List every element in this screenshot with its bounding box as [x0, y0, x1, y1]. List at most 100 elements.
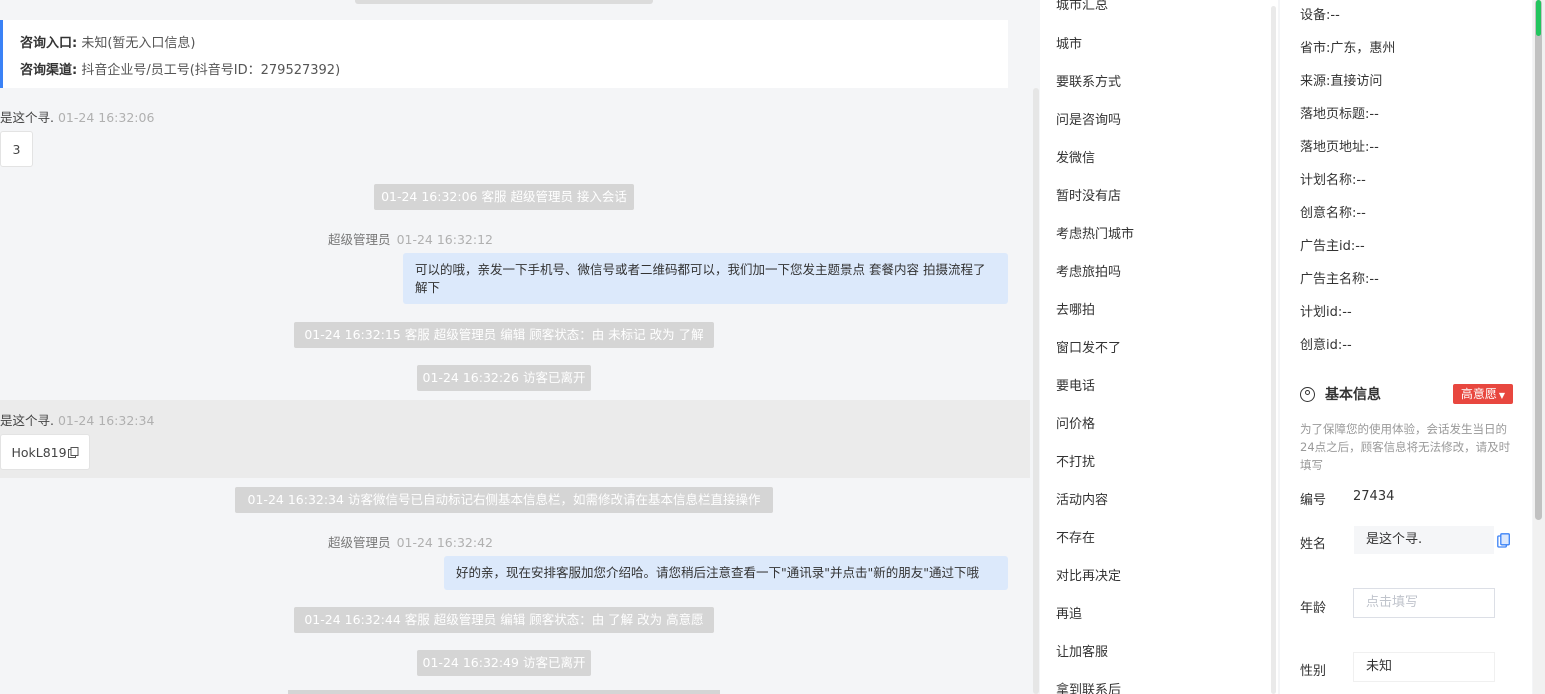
quick-reply-item[interactable]: 考虑热门城市	[1056, 223, 1134, 242]
agent-name: 超级管理员	[328, 535, 391, 550]
quick-reply-item[interactable]: 要联系方式	[1056, 71, 1121, 90]
visitor-message-meta: 是这个寻. 01-24 16:32:06	[0, 107, 154, 126]
field-label: 广告主名称:	[1300, 272, 1370, 287]
visitor-name: 是这个寻.	[0, 413, 54, 428]
consult-entry-label: 咨询入口:	[20, 36, 78, 51]
system-message: 01-24 16:32:49 访客已离开	[417, 650, 591, 676]
basic-info-title: 基本信息	[1325, 387, 1381, 403]
agent-message-bubble: 可以的哦，亲发一下手机号、微信号或者二维码都可以，我们加一下您发主题景点 套餐内…	[403, 253, 1008, 304]
quick-reply-item[interactable]: 不打扰	[1056, 451, 1095, 470]
consult-entry: 咨询入口: 未知(暂无入口信息)	[20, 32, 196, 51]
quick-reply-item[interactable]: 窗口发不了	[1056, 337, 1121, 356]
agent-name: 超级管理员	[328, 232, 391, 247]
quick-reply-item[interactable]: 城市	[1056, 33, 1082, 52]
quick-reply-item[interactable]: 对比再决定	[1056, 565, 1121, 584]
message-time: 01-24 16:32:34	[57, 413, 155, 428]
visitor-message-bubble: HokL819	[0, 434, 90, 470]
quick-reply-item[interactable]: 让加客服	[1056, 641, 1108, 660]
quick-reply-item[interactable]: 活动内容	[1056, 489, 1108, 508]
gender-label: 性别	[1300, 664, 1327, 679]
consult-info-card: 咨询入口: 未知(暂无入口信息) 咨询渠道: 抖音企业号/员工号(抖音号ID：2…	[0, 20, 1008, 88]
field-value: --	[1330, 8, 1340, 23]
intent-level-dropdown[interactable]: 高意愿 ▼	[1453, 384, 1513, 404]
quick-reply-item[interactable]: 考虑旅拍吗	[1056, 261, 1121, 280]
field-value: --	[1369, 272, 1379, 287]
edit-deadline-note: 为了保障您的使用体验，会话发生当日的24点之后，顾客信息将无法修改，请及时填写	[1300, 422, 1511, 472]
agent-message-bubble: 好的亲，现在安排客服加您介绍哈。请您稍后注意查看一下"通讯录"并点击"新的朋友"…	[444, 556, 1008, 590]
name-label: 姓名	[1300, 537, 1327, 552]
source-field: 落地页地址:--	[1300, 136, 1379, 155]
source-field: 计划id:--	[1300, 301, 1352, 320]
field-label: 来源:	[1300, 74, 1331, 89]
chat-panel: 咨询入口: 未知(暂无入口信息) 咨询渠道: 抖音企业号/员工号(抖音号ID：2…	[0, 0, 1030, 694]
quick-reply-item[interactable]: 问是咨询吗	[1056, 109, 1121, 128]
field-label: 创意名称:	[1300, 206, 1357, 221]
system-message: 01-24 16:32:34 访客微信号已自动标记右侧基本信息栏，如需修改请在基…	[235, 487, 773, 513]
field-value: --	[1356, 206, 1366, 221]
field-value: --	[1342, 305, 1352, 320]
panel-scrollbar-thumb[interactable]	[1535, 0, 1542, 520]
consult-channel: 咨询渠道: 抖音企业号/员工号(抖音号ID：279527392)	[20, 59, 340, 78]
gender-select[interactable]: 未知	[1353, 652, 1495, 682]
age-input[interactable]: 点击填写	[1353, 588, 1495, 618]
system-message: 01-24 16:32:06 客服 超级管理员 接入会话	[374, 184, 634, 210]
quick-reply-item[interactable]: 去哪拍	[1056, 299, 1095, 318]
field-value: --	[1369, 140, 1379, 155]
quick-reply-scrollbar[interactable]	[1271, 6, 1276, 694]
visitor-message-meta: 是这个寻. 01-24 16:32:34	[0, 410, 154, 429]
field-value: --	[1342, 338, 1352, 353]
source-field: 广告主名称:--	[1300, 268, 1379, 287]
quick-reply-item[interactable]: 暂时没有店	[1056, 185, 1121, 204]
source-field: 设备:--	[1300, 4, 1340, 23]
scroll-position-indicator	[1536, 0, 1541, 36]
name-field[interactable]: 是这个寻.	[1353, 525, 1495, 555]
source-field: 计划名称:--	[1300, 169, 1366, 188]
consult-channel-label: 咨询渠道:	[20, 63, 78, 78]
field-value: --	[1369, 107, 1379, 122]
quick-reply-item[interactable]: 拿到联系后	[1056, 679, 1121, 694]
quick-reply-item[interactable]: 再追	[1056, 603, 1082, 622]
source-field: 创意名称:--	[1300, 202, 1366, 221]
user-circle-icon	[1300, 386, 1315, 402]
field-label: 计划id:	[1300, 305, 1343, 320]
field-label: 创意id:	[1300, 338, 1343, 353]
field-label: 广告主id:	[1300, 239, 1356, 254]
consult-channel-value: 抖音企业号/员工号(抖音号ID：279527392)	[81, 63, 341, 78]
highlighted-message-row	[0, 400, 1030, 478]
field-value: --	[1355, 239, 1365, 254]
quick-reply-item[interactable]: 发微信	[1056, 147, 1095, 166]
field-value: 直接访问	[1330, 74, 1383, 89]
field-label: 省市:	[1300, 41, 1331, 56]
visitor-message-bubble: 3	[0, 131, 33, 167]
quick-reply-list: 城市汇总 城市 要联系方式 问是咨询吗 发微信 暂时没有店 考虑热门城市 考虑旅…	[1040, 0, 1278, 694]
message-time: 01-24 16:32:06	[57, 110, 155, 125]
copy-name-icon[interactable]	[1497, 533, 1510, 548]
system-message: 01-24 16:32:44 客服 超级管理员 编辑 顾客状态：由 了解 改为 …	[294, 607, 714, 633]
field-value: --	[1356, 173, 1366, 188]
source-field: 落地页标题:--	[1300, 103, 1379, 122]
source-field: 省市:广东，惠州	[1300, 37, 1395, 56]
age-label: 年龄	[1300, 601, 1327, 616]
intent-level-label: 高意愿	[1460, 387, 1497, 401]
field-value: 广东，惠州	[1330, 41, 1396, 56]
quick-reply-item[interactable]: 问价格	[1056, 413, 1095, 432]
customer-info-panel: 设备:-- 省市:广东，惠州 来源:直接访问 落地页标题:-- 落地页地址:--…	[1280, 0, 1532, 694]
quick-reply-item[interactable]: 城市汇总	[1056, 0, 1108, 13]
previous-system-message	[355, 0, 653, 4]
wechat-id-text: HokL819	[11, 444, 67, 460]
quick-reply-item[interactable]: 不存在	[1056, 527, 1095, 546]
source-field: 广告主id:--	[1300, 235, 1365, 254]
system-message: 01-24 16:32:26 访客已离开	[417, 365, 591, 391]
id-label: 编号	[1300, 493, 1327, 508]
agent-message-meta: 超级管理员 01-24 16:32:42	[328, 532, 493, 551]
caret-down-icon: ▼	[1498, 391, 1506, 400]
id-value: 27434	[1353, 489, 1395, 504]
chat-scrollbar[interactable]	[1033, 88, 1039, 694]
copy-icon[interactable]	[67, 446, 79, 458]
quick-reply-item[interactable]: 要电话	[1056, 375, 1095, 394]
system-message: 01-24 16:32:15 客服 超级管理员 编辑 顾客状态：由 未标记 改为…	[294, 322, 714, 348]
agent-message-meta: 超级管理员 01-24 16:32:12	[328, 229, 493, 248]
source-field: 来源:直接访问	[1300, 70, 1382, 89]
field-label: 设备:	[1300, 8, 1331, 23]
field-label: 落地页标题:	[1300, 107, 1370, 122]
